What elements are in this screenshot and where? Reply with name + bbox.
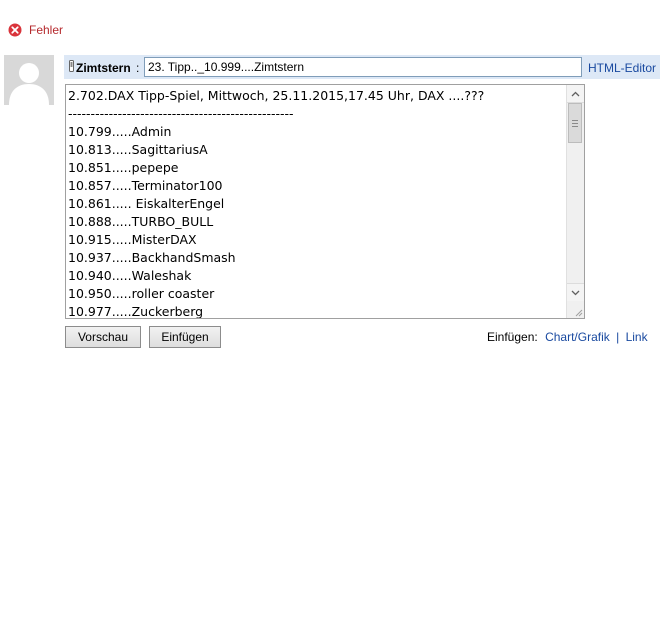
textarea-scrollbar[interactable] [566,85,584,318]
message-textarea[interactable]: 2.702.DAX Tipp-Spiel, Mittwoch, 25.11.20… [65,84,585,319]
title-input[interactable] [144,57,582,77]
chevron-down-icon [571,290,580,295]
chart-graphic-link[interactable]: Chart/Grafik [545,330,610,344]
link-link[interactable]: Link [626,330,648,344]
message-text[interactable]: 2.702.DAX Tipp-Spiel, Mittwoch, 25.11.20… [68,87,566,318]
chevron-up-icon [571,91,580,96]
preview-button[interactable]: Vorschau [65,326,141,348]
scroll-up-button[interactable] [567,85,584,103]
html-editor-link[interactable]: HTML-Editor [588,61,656,75]
username[interactable]: Zimtstern [76,61,131,75]
scroll-thumb[interactable] [568,103,582,143]
insert-label: Einfügen: [487,330,538,344]
error-icon [8,23,22,37]
scroll-down-button[interactable] [567,283,584,301]
error-label: Fehler [29,23,64,37]
user-icon [69,60,74,75]
avatar [4,55,54,105]
insert-links: Einfügen: Chart/Grafik | Link [487,330,648,344]
link-separator: | [616,330,620,344]
error-message: Fehler [8,22,63,38]
resize-grip-icon[interactable] [573,307,583,317]
insert-button[interactable]: Einfügen [149,326,221,348]
username-colon: : [136,61,140,75]
post-header: Zimtstern : HTML-Editor [64,55,660,79]
